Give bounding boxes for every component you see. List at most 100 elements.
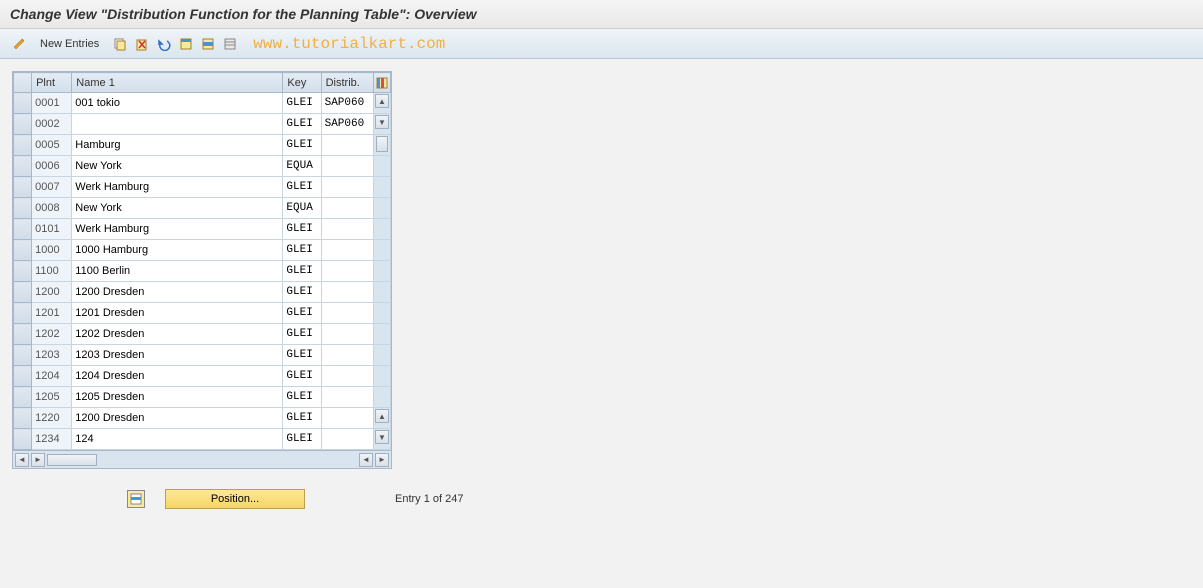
select-block-icon[interactable] xyxy=(199,35,217,53)
plnt-field[interactable] xyxy=(32,303,71,323)
name-field[interactable] xyxy=(72,345,282,365)
row-selector[interactable] xyxy=(14,345,32,366)
column-header-plnt[interactable]: Plnt xyxy=(32,73,72,93)
vscroll-track[interactable]: ▼ xyxy=(373,429,390,450)
key-field[interactable] xyxy=(283,240,320,260)
row-selector[interactable] xyxy=(14,156,32,177)
distrib-field[interactable] xyxy=(322,345,373,365)
vscroll-track[interactable] xyxy=(373,345,390,366)
name-field[interactable] xyxy=(72,282,282,302)
deselect-all-icon[interactable] xyxy=(221,35,239,53)
select-all-icon[interactable] xyxy=(177,35,195,53)
vscroll-track[interactable] xyxy=(373,261,390,282)
vscroll-track[interactable] xyxy=(373,282,390,303)
key-field[interactable] xyxy=(283,198,320,218)
column-header-key[interactable]: Key xyxy=(283,73,321,93)
name-field[interactable] xyxy=(72,240,282,260)
name-field[interactable] xyxy=(72,324,282,344)
vscroll-track[interactable] xyxy=(373,387,390,408)
position-button[interactable]: Position... xyxy=(165,489,305,509)
plnt-field[interactable] xyxy=(32,114,71,134)
hscroll-thumb[interactable] xyxy=(47,454,97,466)
name-field[interactable] xyxy=(72,198,282,218)
plnt-field[interactable] xyxy=(32,408,71,428)
vscroll-track[interactable] xyxy=(373,177,390,198)
plnt-field[interactable] xyxy=(32,261,71,281)
distrib-field[interactable] xyxy=(322,408,373,428)
vscroll-track[interactable] xyxy=(373,219,390,240)
copy-icon[interactable] xyxy=(111,35,129,53)
name-field[interactable] xyxy=(72,429,282,449)
plnt-field[interactable] xyxy=(32,282,71,302)
distrib-field[interactable] xyxy=(322,240,373,260)
name-field[interactable] xyxy=(72,387,282,407)
plnt-field[interactable] xyxy=(32,219,71,239)
position-icon[interactable] xyxy=(127,490,145,508)
key-field[interactable] xyxy=(283,135,320,155)
delete-icon[interactable] xyxy=(133,35,151,53)
vscroll-track[interactable] xyxy=(373,198,390,219)
key-field[interactable] xyxy=(283,408,320,428)
vscroll-thumb[interactable] xyxy=(376,136,388,152)
key-field[interactable] xyxy=(283,366,320,386)
key-field[interactable] xyxy=(283,114,320,134)
distrib-field[interactable] xyxy=(322,156,373,176)
row-selector[interactable] xyxy=(14,282,32,303)
key-field[interactable] xyxy=(283,345,320,365)
row-selector[interactable] xyxy=(14,177,32,198)
vscroll-down2-button[interactable]: ▼ xyxy=(375,430,389,444)
distrib-field[interactable] xyxy=(322,261,373,281)
distrib-field[interactable] xyxy=(322,93,373,113)
name-field[interactable] xyxy=(72,114,282,134)
name-field[interactable] xyxy=(72,156,282,176)
name-field[interactable] xyxy=(72,93,282,113)
hscroll-right2-button[interactable]: ► xyxy=(375,453,389,467)
vscroll-track[interactable]: ▲ xyxy=(373,93,390,114)
vscroll-track[interactable] xyxy=(373,324,390,345)
row-selector[interactable] xyxy=(14,429,32,450)
column-header-distrib[interactable]: Distrib. xyxy=(321,73,373,93)
plnt-field[interactable] xyxy=(32,177,71,197)
distrib-field[interactable] xyxy=(322,282,373,302)
key-field[interactable] xyxy=(283,429,320,449)
distrib-field[interactable] xyxy=(322,219,373,239)
name-field[interactable] xyxy=(72,177,282,197)
vscroll-up-button[interactable]: ▲ xyxy=(375,94,389,108)
distrib-field[interactable] xyxy=(322,387,373,407)
distrib-field[interactable] xyxy=(322,177,373,197)
plnt-field[interactable] xyxy=(32,135,71,155)
name-field[interactable] xyxy=(72,135,282,155)
row-selector[interactable] xyxy=(14,240,32,261)
row-selector[interactable] xyxy=(14,93,32,114)
vscroll-track[interactable]: ▼ xyxy=(373,114,390,135)
row-selector[interactable] xyxy=(14,324,32,345)
row-selector[interactable] xyxy=(14,198,32,219)
plnt-field[interactable] xyxy=(32,198,71,218)
select-all-header[interactable] xyxy=(14,73,32,93)
row-selector[interactable] xyxy=(14,366,32,387)
key-field[interactable] xyxy=(283,93,320,113)
hscroll-left-button[interactable]: ◄ xyxy=(15,453,29,467)
distrib-field[interactable] xyxy=(322,135,373,155)
vscroll-track[interactable] xyxy=(373,156,390,177)
key-field[interactable] xyxy=(283,156,320,176)
new-entries-button[interactable]: New Entries xyxy=(32,36,107,52)
key-field[interactable] xyxy=(283,387,320,407)
row-selector[interactable] xyxy=(14,135,32,156)
vscroll-track[interactable] xyxy=(373,303,390,324)
key-field[interactable] xyxy=(283,324,320,344)
plnt-field[interactable] xyxy=(32,156,71,176)
column-header-name[interactable]: Name 1 xyxy=(72,73,283,93)
distrib-field[interactable] xyxy=(322,198,373,218)
row-selector[interactable] xyxy=(14,219,32,240)
key-field[interactable] xyxy=(283,261,320,281)
key-field[interactable] xyxy=(283,282,320,302)
distrib-field[interactable] xyxy=(322,366,373,386)
undo-icon[interactable] xyxy=(155,35,173,53)
name-field[interactable] xyxy=(72,408,282,428)
plnt-field[interactable] xyxy=(32,345,71,365)
plnt-field[interactable] xyxy=(32,324,71,344)
row-selector[interactable] xyxy=(14,408,32,429)
name-field[interactable] xyxy=(72,366,282,386)
plnt-field[interactable] xyxy=(32,366,71,386)
